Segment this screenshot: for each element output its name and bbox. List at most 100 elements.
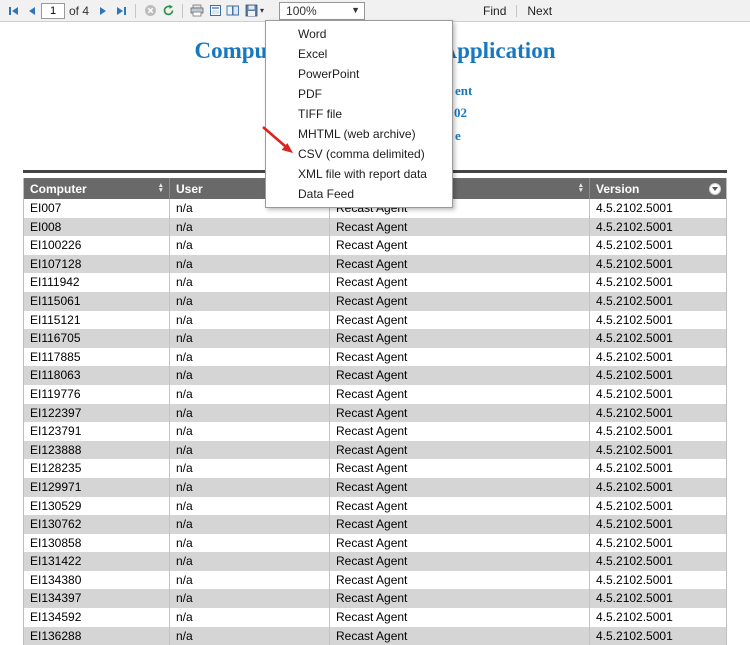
cell-application: Recast Agent — [330, 608, 590, 627]
last-page-button[interactable] — [112, 2, 130, 20]
column-header-label: User — [176, 182, 203, 196]
table-row: EI117885n/aRecast Agent4.5.2102.5001 — [24, 348, 726, 367]
column-header-label: Computer — [30, 182, 87, 196]
cell-application: Recast Agent — [330, 366, 590, 385]
cell-user: n/a — [170, 385, 330, 404]
export-menu-item[interactable]: Excel — [266, 44, 452, 64]
sort-icon[interactable]: ▲▼ — [578, 184, 584, 192]
export-menu-item[interactable]: MHTML (web archive) — [266, 124, 452, 144]
zoom-caret-icon: ▼ — [351, 6, 360, 15]
table-row: EI100226n/aRecast Agent4.5.2102.5001 — [24, 236, 726, 255]
cell-computer: EI130529 — [24, 497, 170, 516]
page-number-input[interactable] — [41, 3, 65, 19]
cell-user: n/a — [170, 515, 330, 534]
cell-computer: EI116705 — [24, 329, 170, 348]
cell-computer: EI117885 — [24, 348, 170, 367]
cell-application: Recast Agent — [330, 571, 590, 590]
export-menu-item[interactable]: TIFF file — [266, 104, 452, 124]
export-menu-item[interactable]: Data Feed — [266, 184, 452, 204]
cell-user: n/a — [170, 366, 330, 385]
cell-version: 4.5.2102.5001 — [590, 404, 726, 423]
sorted-column-icon[interactable] — [709, 183, 721, 195]
cell-application: Recast Agent — [330, 534, 590, 553]
export-menu-item[interactable]: XML file with report data — [266, 164, 452, 184]
cell-version: 4.5.2102.5001 — [590, 589, 726, 608]
cell-user: n/a — [170, 422, 330, 441]
cell-user: n/a — [170, 459, 330, 478]
cell-version: 4.5.2102.5001 — [590, 273, 726, 292]
find-next-link[interactable]: Next — [527, 4, 552, 18]
find-link[interactable]: Find — [483, 4, 506, 18]
table-row: EI122397n/aRecast Agent4.5.2102.5001 — [24, 404, 726, 423]
cell-version: 4.5.2102.5001 — [590, 385, 726, 404]
cell-version: 4.5.2102.5001 — [590, 422, 726, 441]
cell-application: Recast Agent — [330, 273, 590, 292]
export-menu-item[interactable]: Word — [266, 24, 452, 44]
next-page-button[interactable] — [94, 2, 112, 20]
column-header-label: Version — [596, 182, 639, 196]
export-menu-item[interactable]: PowerPoint — [266, 64, 452, 84]
find-next-divider — [516, 5, 517, 17]
table-row: EI129971n/aRecast Agent4.5.2102.5001 — [24, 478, 726, 497]
table-row: EI130529n/aRecast Agent4.5.2102.5001 — [24, 497, 726, 516]
cell-version: 4.5.2102.5001 — [590, 627, 726, 645]
cell-application: Recast Agent — [330, 348, 590, 367]
cell-version: 4.5.2102.5001 — [590, 608, 726, 627]
column-header-version[interactable]: Version — [590, 178, 726, 199]
cell-version: 4.5.2102.5001 — [590, 255, 726, 274]
report-toolbar: of 4 ▾ 100% ▼ Find Next — [0, 0, 750, 22]
print-layout-button[interactable] — [206, 2, 224, 20]
print-layout-icon — [209, 4, 222, 17]
cell-application: Recast Agent — [330, 236, 590, 255]
cell-user: n/a — [170, 311, 330, 330]
previous-page-button[interactable] — [23, 2, 41, 20]
table-row: EI116705n/aRecast Agent4.5.2102.5001 — [24, 329, 726, 348]
sort-icon[interactable]: ▲▼ — [158, 184, 164, 192]
cell-computer: EI136288 — [24, 627, 170, 645]
print-button[interactable] — [188, 2, 206, 20]
cell-application: Recast Agent — [330, 515, 590, 534]
cell-version: 4.5.2102.5001 — [590, 199, 726, 218]
table-row: EI136288n/aRecast Agent4.5.2102.5001 — [24, 627, 726, 645]
cell-version: 4.5.2102.5001 — [590, 534, 726, 553]
stop-button[interactable] — [141, 2, 159, 20]
zoom-select[interactable]: 100% ▼ — [279, 2, 365, 20]
cell-user: n/a — [170, 627, 330, 645]
cell-computer: EI119776 — [24, 385, 170, 404]
export-menu-items: WordExcelPowerPointPDFTIFF fileMHTML (we… — [266, 24, 452, 204]
cell-application: Recast Agent — [330, 627, 590, 645]
report-subtitle-fragment: ent — [455, 83, 472, 99]
refresh-button[interactable] — [159, 2, 177, 20]
export-menu-item[interactable]: PDF — [266, 84, 452, 104]
zoom-value: 100% — [286, 4, 317, 18]
cell-user: n/a — [170, 404, 330, 423]
cell-user: n/a — [170, 329, 330, 348]
cell-computer: EI130858 — [24, 534, 170, 553]
cell-user: n/a — [170, 218, 330, 237]
table-row: EI131422n/aRecast Agent4.5.2102.5001 — [24, 552, 726, 571]
first-page-button[interactable] — [5, 2, 23, 20]
cell-version: 4.5.2102.5001 — [590, 311, 726, 330]
table-row: EI123791n/aRecast Agent4.5.2102.5001 — [24, 422, 726, 441]
table-row: EI123888n/aRecast Agent4.5.2102.5001 — [24, 441, 726, 460]
cell-user: n/a — [170, 571, 330, 590]
column-header-computer[interactable]: Computer ▲▼ — [24, 178, 170, 199]
table-row: EI115061n/aRecast Agent4.5.2102.5001 — [24, 292, 726, 311]
cell-version: 4.5.2102.5001 — [590, 366, 726, 385]
cell-version: 4.5.2102.5001 — [590, 571, 726, 590]
page-setup-button[interactable] — [224, 2, 242, 20]
cell-version: 4.5.2102.5001 — [590, 218, 726, 237]
cell-version: 4.5.2102.5001 — [590, 348, 726, 367]
table-row: EI130762n/aRecast Agent4.5.2102.5001 — [24, 515, 726, 534]
cell-computer: EI111942 — [24, 273, 170, 292]
export-menu-item[interactable]: CSV (comma delimited) — [266, 144, 452, 164]
export-dropdown-caret-icon[interactable]: ▾ — [260, 7, 264, 15]
cell-computer: EI128235 — [24, 459, 170, 478]
cell-application: Recast Agent — [330, 218, 590, 237]
export-button[interactable]: ▾ — [242, 4, 267, 17]
table-row: EI128235n/aRecast Agent4.5.2102.5001 — [24, 459, 726, 478]
cell-user: n/a — [170, 292, 330, 311]
cell-computer: EI008 — [24, 218, 170, 237]
table-row: EI130858n/aRecast Agent4.5.2102.5001 — [24, 534, 726, 553]
cell-user: n/a — [170, 478, 330, 497]
